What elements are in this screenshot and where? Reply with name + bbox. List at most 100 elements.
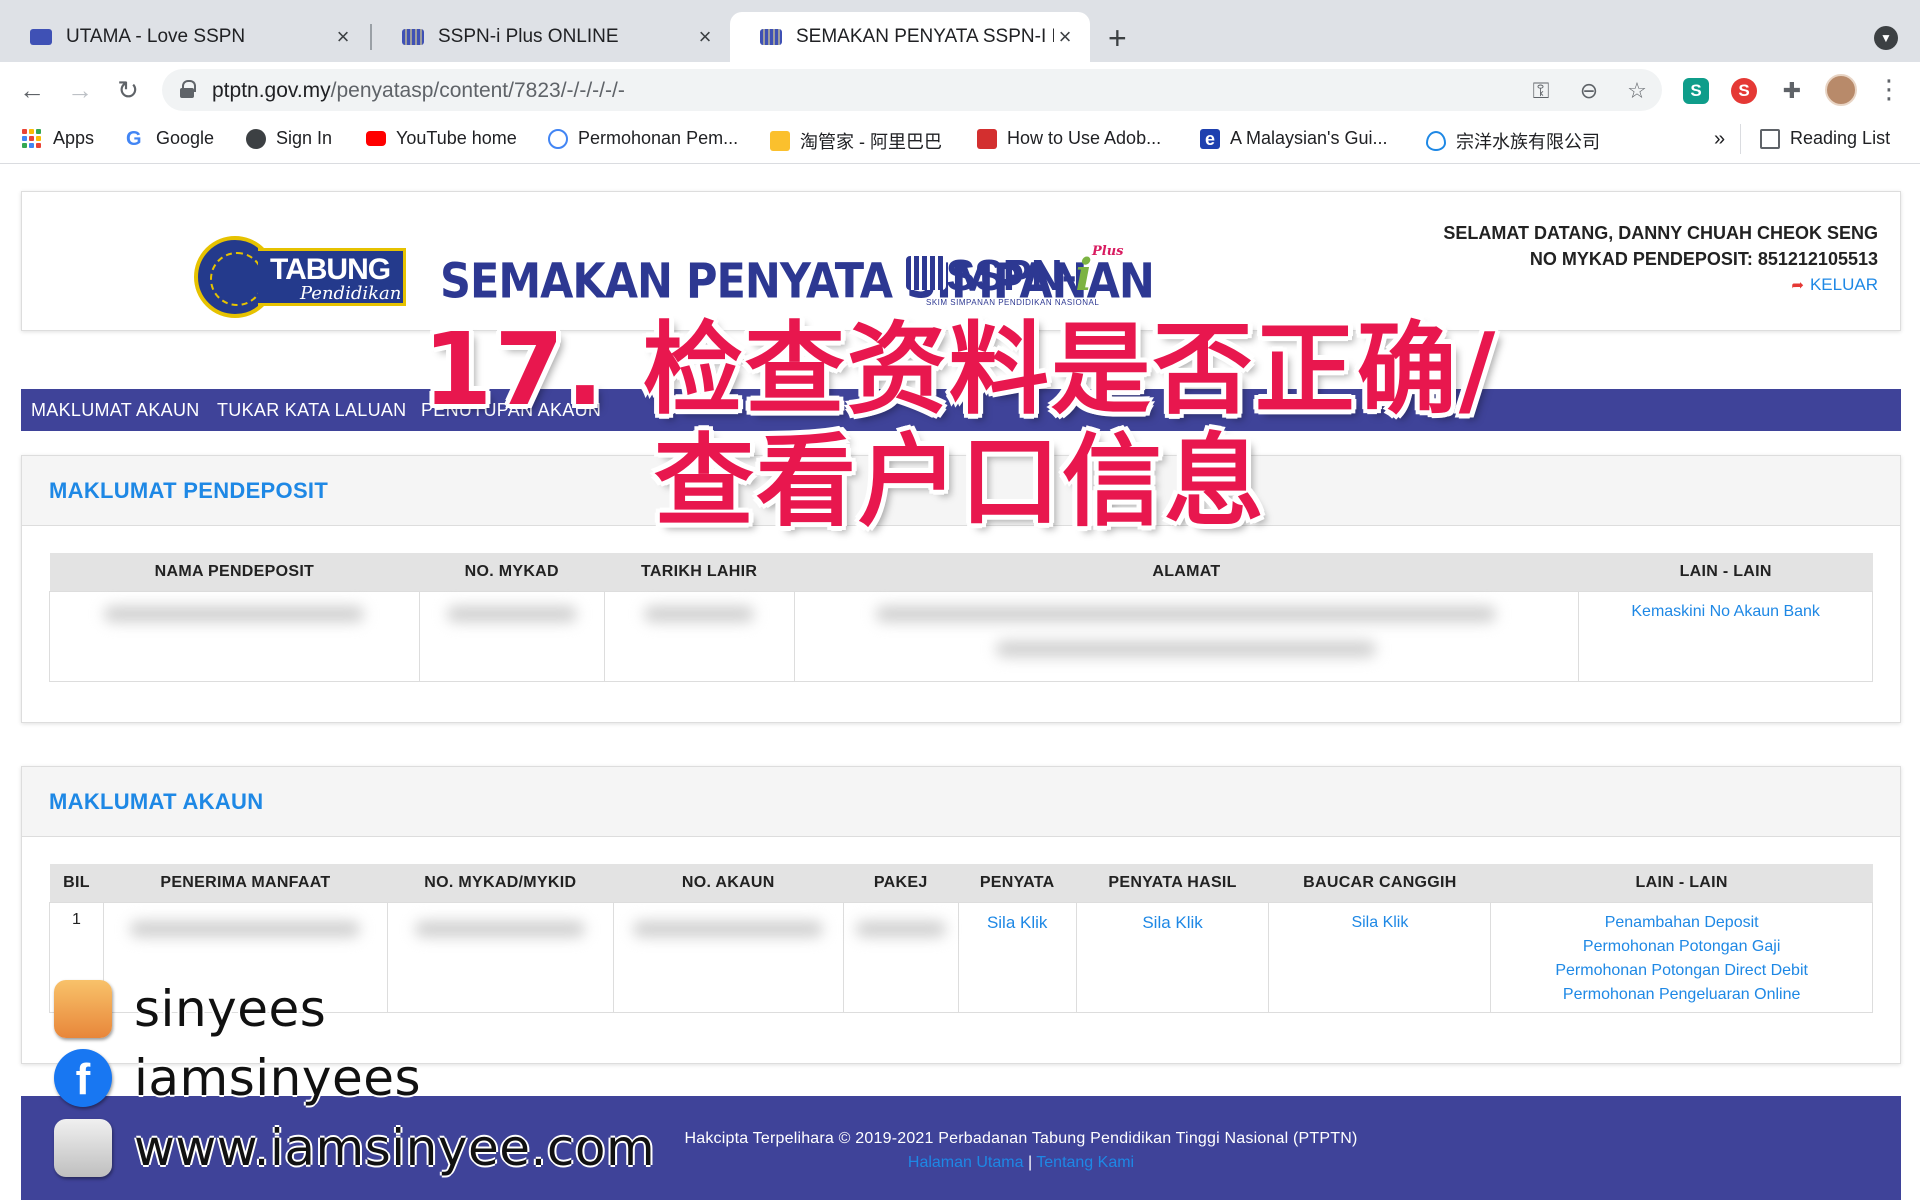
bookmark-sign-in[interactable]: Sign In <box>246 128 332 149</box>
tab-favicon-icon <box>30 29 52 45</box>
col-no-mykad-mykid: NO. MYKAD/MYKID <box>387 864 614 902</box>
circle-icon <box>548 128 568 149</box>
bookmark-google[interactable]: G Google <box>126 128 214 149</box>
potongan-gaji-link[interactable]: Permohonan Potongan Gaji <box>1491 935 1872 959</box>
e-icon: e <box>1200 128 1220 149</box>
adobe-icon <box>977 128 997 149</box>
col-pakej: PAKEJ <box>843 864 959 902</box>
bookmark-taoguanjia[interactable]: 淘管家 - 阿里巴巴 <box>770 128 942 154</box>
extension-s-teal-icon[interactable]: S <box>1683 78 1709 104</box>
pendeposit-table: NAMA PENDEPOSIT NO. MYKAD TARIKH LAHIR A… <box>49 553 1873 682</box>
forward-arrow-icon[interactable]: → <box>62 72 98 108</box>
watermark-facebook: f iamsinyees <box>54 1049 421 1107</box>
bookmark-label: 淘管家 - 阿里巴巴 <box>800 132 942 152</box>
bookmarks-bar: Apps G Google Sign In YouTube home Permo… <box>0 118 1920 164</box>
bookmark-malaysian-guide[interactable]: e A Malaysian's Gui... <box>1200 128 1388 149</box>
user-info: SELAMAT DATANG, DANNY CHUAH CHEOK SENG N… <box>1443 220 1878 299</box>
bookmark-label: How to Use Adob... <box>1007 128 1162 148</box>
footer-link-about[interactable]: Tentang Kami <box>1036 1154 1134 1171</box>
page-viewport: TABUNG Pendidikan SEMAKAN PENYATA SIMPAN… <box>0 164 1920 1200</box>
tabung-pendidikan-logo: TABUNG Pendidikan <box>172 236 408 320</box>
site-header: TABUNG Pendidikan SEMAKAN PENYATA SIMPAN… <box>21 191 1901 331</box>
col-penyata-hasil: PENYATA HASIL <box>1076 864 1269 902</box>
tab-title: SSPN-i Plus ONLINE <box>438 26 619 47</box>
col-lain-lain: LAIN - LAIN <box>1490 864 1873 902</box>
penyata-sila-klik-link[interactable]: Sila Klik <box>959 911 1076 935</box>
cell-mykad-redacted <box>418 590 605 682</box>
bookmark-label: A Malaysian's Gui... <box>1230 128 1388 148</box>
books-icon <box>906 256 946 290</box>
website-url: www.iamsinyee.com <box>134 1119 656 1177</box>
cell-penyata: Sila Klik <box>957 901 1077 1013</box>
cell-lain-lain: Penambahan Deposit Permohonan Potongan G… <box>1490 901 1873 1013</box>
cell-baucar: Sila Klik <box>1268 901 1492 1013</box>
reload-icon[interactable]: ↻ <box>110 72 146 108</box>
watermark-website: www.iamsinyee.com <box>54 1119 655 1177</box>
tab-search-chevron-icon[interactable]: ▼ <box>1874 26 1898 50</box>
footer-link-home[interactable]: Halaman Utama <box>908 1154 1024 1171</box>
bookmark-label: Apps <box>53 128 95 148</box>
tab-title: UTAMA - Love SSPN <box>66 26 246 47</box>
kebab-menu-icon[interactable]: ⋮ <box>1876 74 1902 105</box>
apps-grid-icon <box>22 129 41 148</box>
bookmark-label: Permohonan Pem... <box>578 128 739 148</box>
bookmark-apps[interactable]: Apps <box>22 128 94 149</box>
table-row: Kemaskini No Akaun Bank <box>49 590 1873 682</box>
browser-tab-3-active[interactable]: SEMAKAN PENYATA SSPN-I PL × <box>730 12 1090 62</box>
new-tab-plus-icon[interactable]: + <box>1108 20 1127 57</box>
browser-tabstrip: UTAMA - Love SSPN × SSPN-i Plus ONLINE ×… <box>0 0 1920 62</box>
bookmark-adobe[interactable]: How to Use Adob... <box>977 128 1161 149</box>
cell-tarikh-redacted <box>603 590 795 682</box>
logout-link[interactable]: ➦ KELUAR <box>1443 272 1878 299</box>
browser-tab-2[interactable]: SSPN-i Plus ONLINE × <box>372 12 730 62</box>
cell-lain-lain: Kemaskini No Akaun Bank <box>1578 590 1873 682</box>
tutorial-caption-line2: 查看户口信息 <box>654 423 1266 540</box>
extension-s-red-icon[interactable]: S <box>1731 78 1757 104</box>
potongan-direct-debit-link[interactable]: Permohonan Potongan Direct Debit <box>1491 959 1872 983</box>
profile-avatar[interactable] <box>1825 74 1857 106</box>
reading-list-icon <box>1760 128 1780 149</box>
cell-nama-redacted <box>49 590 420 682</box>
col-nama-pendeposit: NAMA PENDEPOSIT <box>49 553 420 591</box>
kemaskini-akaun-bank-link[interactable]: Kemaskini No Akaun Bank <box>1579 600 1872 624</box>
lock-icon[interactable] <box>180 80 196 98</box>
tab-favicon-icon <box>760 29 782 45</box>
close-icon[interactable]: × <box>694 24 716 50</box>
watermark-instagram: sinyees <box>54 980 326 1038</box>
instagram-handle: sinyees <box>134 980 327 1038</box>
logo-plate: TABUNG Pendidikan <box>258 248 406 306</box>
bookmark-aquarium[interactable]: 宗洋水族有限公司 <box>1426 128 1600 154</box>
close-icon[interactable]: × <box>1054 24 1076 50</box>
cell-akaun-redacted <box>612 901 844 1013</box>
col-penerima-manfaat: PENERIMA MANFAAT <box>103 864 388 902</box>
key-icon[interactable]: ⚿ <box>1528 78 1554 104</box>
browser-tab-1[interactable]: UTAMA - Love SSPN × <box>0 12 368 62</box>
back-arrow-icon[interactable]: ← <box>14 72 50 108</box>
logo-word-tabung: TABUNG <box>270 253 391 286</box>
baucar-sila-klik-link[interactable]: Sila Klik <box>1269 911 1490 935</box>
bookmark-divider <box>1740 124 1741 154</box>
mykad-number: NO MYKAD PENDEPOSIT: 851212105513 <box>1529 249 1878 269</box>
close-icon[interactable]: × <box>332 24 354 50</box>
extensions-puzzle-icon[interactable]: ✚ <box>1779 78 1805 104</box>
sspn-logo-text: SSPN-i <box>946 250 1092 301</box>
tutorial-caption-line1: 17. 检查资料是否正确/ <box>422 311 1498 428</box>
penyata-hasil-sila-klik-link[interactable]: Sila Klik <box>1077 911 1269 935</box>
reading-list-button[interactable]: Reading List <box>1760 128 1890 149</box>
penambahan-deposit-link[interactable]: Penambahan Deposit <box>1491 911 1872 935</box>
cell-mykad-redacted <box>386 901 614 1013</box>
zoom-out-icon[interactable]: ⊖ <box>1576 78 1602 104</box>
col-no-akaun: NO. AKAUN <box>613 864 844 902</box>
pengeluaran-online-link[interactable]: Permohonan Pengeluaran Online <box>1491 983 1872 1007</box>
cell-penyata-hasil: Sila Klik <box>1075 901 1270 1013</box>
address-bar[interactable]: ptptn.gov.my/penyatasp/content/7823/-/-/… <box>162 69 1662 111</box>
bookmark-youtube[interactable]: YouTube home <box>366 128 517 149</box>
col-baucar-canggih: BAUCAR CANGGIH <box>1268 864 1491 902</box>
more-bookmarks-chevron-icon[interactable]: » <box>1714 128 1725 151</box>
col-no-mykad: NO. MYKAD <box>419 553 605 591</box>
bookmark-label: YouTube home <box>396 128 517 148</box>
cell-pakej-redacted <box>842 901 959 1013</box>
bookmark-permohonan[interactable]: Permohonan Pem... <box>548 128 738 149</box>
akaun-heading: MAKLUMAT AKAUN <box>49 789 264 814</box>
bookmark-star-icon[interactable]: ☆ <box>1624 78 1650 104</box>
